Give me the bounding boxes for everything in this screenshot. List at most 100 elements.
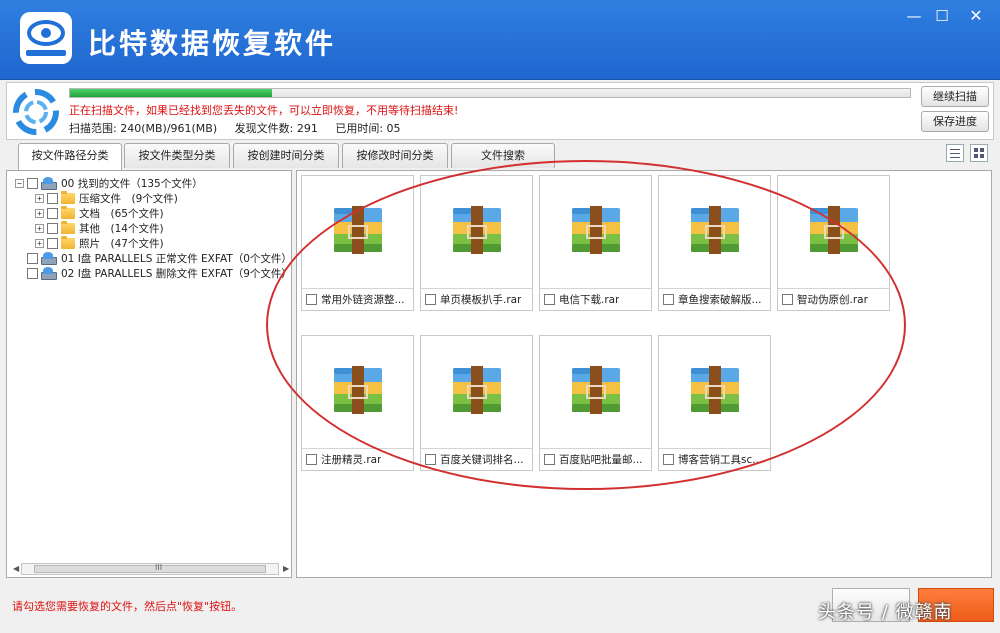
file-checkbox[interactable] xyxy=(425,454,436,465)
minimize-icon[interactable]: — xyxy=(902,6,926,26)
tree-item-label: 01 I盘 PARALLELS 正常文件 EXFAT（0个文件） xyxy=(61,253,292,265)
scan-range-text: 扫描范围: 240(MB)/961(MB) xyxy=(69,122,218,135)
archive-file-icon xyxy=(572,206,620,254)
archive-file-icon xyxy=(453,366,501,414)
expand-icon[interactable]: + xyxy=(35,239,44,248)
file-card[interactable]: 百度关键词排名... xyxy=(420,335,533,471)
file-name: 章鱼搜索破解版... xyxy=(678,294,762,306)
recover-hint: 请勾选您需要恢复的文件，然后点"恢复"按钮。 xyxy=(12,600,243,613)
expand-icon[interactable]: + xyxy=(35,194,44,203)
tree-checkbox[interactable] xyxy=(27,268,38,279)
file-card[interactable]: 常用外链资源整... xyxy=(301,175,414,311)
file-name: 注册精灵.rar xyxy=(321,454,382,466)
tree-item-label: 照片 (47个文件) xyxy=(79,238,164,250)
tree-item-normal-files[interactable]: 01 I盘 PARALLELS 正常文件 EXFAT（0个文件） xyxy=(27,251,292,266)
app-logo-icon xyxy=(20,12,72,64)
file-label: 智动伪原创.rar xyxy=(778,288,889,310)
file-grid: 常用外链资源整... 单页模板扒手.rar 电信下载.rar 章鱼搜索破解版... 智动… xyxy=(296,170,992,578)
file-checkbox[interactable] xyxy=(663,454,674,465)
file-name: 百度贴吧批量邮... xyxy=(559,454,643,466)
file-card[interactable]: 章鱼搜索破解版... xyxy=(658,175,771,311)
scan-progress-fill xyxy=(70,89,272,97)
tree-item-documents[interactable]: + 文档 (65个文件) xyxy=(35,206,164,221)
scan-stats: 扫描范围: 240(MB)/961(MB) 发现文件数: 291 已用时间: 0… xyxy=(69,120,415,136)
file-checkbox[interactable] xyxy=(306,294,317,305)
file-name: 百度关键词排名... xyxy=(440,454,524,466)
time-used-text: 已用时间: 05 xyxy=(335,122,401,135)
archive-file-icon xyxy=(453,206,501,254)
file-label: 注册精灵.rar xyxy=(302,448,413,470)
app-title: 比特数据恢复软件 xyxy=(88,27,337,60)
file-label: 博客营销工具sc... xyxy=(659,448,770,470)
tree-checkbox[interactable] xyxy=(47,238,58,249)
expand-icon[interactable]: + xyxy=(35,209,44,218)
scan-spinner-icon xyxy=(13,89,59,135)
scrollbar-thumb[interactable]: III xyxy=(34,563,266,573)
file-card[interactable]: 注册精灵.rar xyxy=(301,335,414,471)
file-checkbox[interactable] xyxy=(782,294,793,305)
file-checkbox[interactable] xyxy=(306,454,317,465)
tree-item-label: 02 I盘 PARALLELS 删除文件 EXFAT（9个文件） xyxy=(61,268,292,280)
file-card[interactable]: 智动伪原创.rar xyxy=(777,175,890,311)
tree-item-deleted-files[interactable]: 02 I盘 PARALLELS 删除文件 EXFAT（9个文件） xyxy=(27,266,292,281)
tree-item-photos[interactable]: + 照片 (47个文件) xyxy=(35,236,164,251)
tree-item-found-files[interactable]: − 00 找到的文件（135个文件） xyxy=(15,176,203,191)
tree-checkbox[interactable] xyxy=(47,208,58,219)
tree-item-label: 其他 (14个文件) xyxy=(79,223,164,235)
file-checkbox[interactable] xyxy=(425,294,436,305)
list-view-icon[interactable] xyxy=(946,144,964,162)
file-card[interactable]: 电信下载.rar xyxy=(539,175,652,311)
grid-view-icon[interactable] xyxy=(970,144,988,162)
file-card[interactable]: 单页模板扒手.rar xyxy=(420,175,533,311)
folder-icon xyxy=(61,191,75,204)
file-card[interactable]: 百度贴吧批量邮... xyxy=(539,335,652,471)
files-found-text: 发现文件数: 291 xyxy=(234,122,318,135)
archive-file-icon xyxy=(810,206,858,254)
tab-by-path[interactable]: 按文件路径分类 xyxy=(18,143,122,170)
archive-file-icon xyxy=(691,206,739,254)
maximize-icon[interactable]: ☐ xyxy=(930,6,954,26)
tree-checkbox[interactable] xyxy=(27,178,38,189)
tree-item-label: 文档 (65个文件) xyxy=(79,208,164,220)
scrollbar-grip: III xyxy=(155,563,163,572)
file-card[interactable]: 博客营销工具sc... xyxy=(658,335,771,471)
file-name: 电信下载.rar xyxy=(559,294,620,306)
tree-checkbox[interactable] xyxy=(47,193,58,204)
expand-icon[interactable]: + xyxy=(35,224,44,233)
tree-checkbox[interactable] xyxy=(27,253,38,264)
save-progress-button[interactable]: 保存进度 xyxy=(921,111,989,132)
folder-icon xyxy=(61,221,75,234)
watermark: 头条号 / 微赣南 xyxy=(818,602,953,623)
close-icon[interactable]: ✕ xyxy=(964,6,988,26)
tab-by-type[interactable]: 按文件类型分类 xyxy=(124,143,230,168)
file-name: 智动伪原创.rar xyxy=(797,294,868,306)
tree-item-label: 00 找到的文件（135个文件） xyxy=(61,178,203,190)
tree-checkbox[interactable] xyxy=(47,223,58,234)
archive-file-icon xyxy=(334,206,382,254)
tree-item-other[interactable]: + 其他 (14个文件) xyxy=(35,221,164,236)
tree-horizontal-scrollbar[interactable]: III xyxy=(21,563,279,575)
file-name: 单页模板扒手.rar xyxy=(440,294,522,306)
drive-icon xyxy=(41,267,57,280)
file-checkbox[interactable] xyxy=(663,294,674,305)
tab-file-search[interactable]: 文件搜索 xyxy=(451,143,555,168)
file-label: 章鱼搜索破解版... xyxy=(659,288,770,310)
file-checkbox[interactable] xyxy=(544,454,555,465)
scroll-right-icon[interactable]: ▶ xyxy=(283,564,289,573)
tab-by-modified[interactable]: 按修改时间分类 xyxy=(342,143,448,168)
scroll-left-icon[interactable]: ◀ xyxy=(13,564,19,573)
tree-item-archives[interactable]: + 压缩文件 (9个文件) xyxy=(35,191,178,206)
drive-icon xyxy=(41,177,57,190)
file-label: 单页模板扒手.rar xyxy=(421,288,532,310)
continue-scan-button[interactable]: 继续扫描 xyxy=(921,86,989,107)
folder-icon xyxy=(61,236,75,249)
file-label: 常用外链资源整... xyxy=(302,288,413,310)
file-label: 百度关键词排名... xyxy=(421,448,532,470)
file-checkbox[interactable] xyxy=(544,294,555,305)
drive-icon xyxy=(41,252,57,265)
folder-icon xyxy=(61,206,75,219)
file-label: 百度贴吧批量邮... xyxy=(540,448,651,470)
collapse-icon[interactable]: − xyxy=(15,179,24,188)
scan-status-panel: 正在扫描文件，如果已经找到您丢失的文件，可以立即恢复，不用等待扫描结束! 扫描范… xyxy=(6,82,994,140)
tab-by-created[interactable]: 按创建时间分类 xyxy=(233,143,339,168)
